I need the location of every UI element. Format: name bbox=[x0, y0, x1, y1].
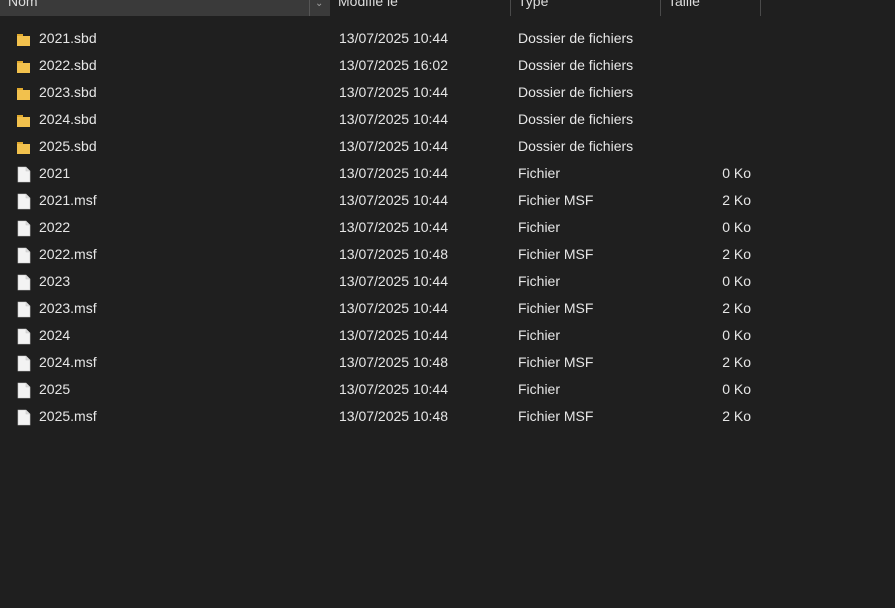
file-icon bbox=[16, 246, 32, 264]
table-row[interactable]: 2021 13/07/2025 10:44 Fichier 0 Ko bbox=[0, 160, 895, 187]
file-name: 2021.msf bbox=[39, 192, 97, 208]
file-date: 13/07/2025 10:44 bbox=[339, 30, 448, 46]
file-size: 0 Ko bbox=[722, 381, 751, 397]
folder-icon bbox=[16, 57, 32, 74]
file-name: 2025.msf bbox=[39, 408, 97, 424]
file-date: 13/07/2025 10:48 bbox=[339, 246, 448, 262]
file-name: 2022.msf bbox=[39, 246, 97, 262]
table-row[interactable]: 2024.sbd 13/07/2025 10:44 Dossier de fichi… bbox=[0, 106, 895, 133]
table-row[interactable]: 2025.sbd 13/07/2025 10:44 Dossier de fichi… bbox=[0, 133, 895, 160]
file-type: Fichier bbox=[518, 219, 561, 235]
file-name: 2022 bbox=[39, 219, 71, 235]
file-name: 2023.sbd bbox=[39, 84, 97, 100]
file-type: Fichier bbox=[518, 165, 561, 181]
file-icon bbox=[16, 354, 32, 372]
file-date: 13/07/2025 10:48 bbox=[339, 408, 448, 424]
column-header-date-label: Modifié le bbox=[338, 0, 398, 9]
file-name: 2024 bbox=[39, 327, 71, 343]
table-row[interactable]: 2021.msf 13/07/2025 10:44 Fichier MSF 2 Ko bbox=[0, 187, 895, 214]
folder-icon bbox=[16, 138, 32, 155]
file-icon bbox=[16, 327, 32, 345]
file-date: 13/07/2025 10:44 bbox=[339, 300, 448, 316]
table-row[interactable]: 2023 13/07/2025 10:44 Fichier 0 Ko bbox=[0, 268, 895, 295]
table-row[interactable]: 2021.sbd 13/07/2025 10:44 Dossier de fichi… bbox=[0, 25, 895, 52]
file-size: 0 Ko bbox=[722, 165, 751, 181]
folder-icon bbox=[16, 84, 32, 101]
file-type: Dossier de fichiers bbox=[518, 30, 634, 46]
file-type: Fichier MSF bbox=[518, 246, 594, 262]
file-name: 2024.msf bbox=[39, 354, 97, 370]
file-icon bbox=[16, 165, 32, 183]
file-type: Fichier bbox=[518, 381, 561, 397]
file-size: 0 Ko bbox=[722, 219, 751, 235]
column-header-type[interactable]: Type bbox=[510, 0, 661, 16]
table-row[interactable]: 2022 13/07/2025 10:44 Fichier 0 Ko bbox=[0, 214, 895, 241]
file-date: 13/07/2025 10:44 bbox=[339, 219, 448, 235]
folder-icon bbox=[16, 30, 32, 47]
file-type: Fichier MSF bbox=[518, 408, 594, 424]
file-name: 2025 bbox=[39, 381, 71, 397]
table-row[interactable]: 2023.sbd 13/07/2025 10:44 Dossier de fichi… bbox=[0, 79, 895, 106]
table-row[interactable]: 2025 13/07/2025 10:44 Fichier 0 Ko bbox=[0, 376, 895, 403]
folder-icon bbox=[16, 111, 32, 128]
file-date: 13/07/2025 10:44 bbox=[339, 273, 448, 289]
chevron-down-icon: ⌄ bbox=[315, 0, 324, 9]
file-name: 2021.sbd bbox=[39, 30, 97, 46]
sort-dropdown[interactable]: ⌄ bbox=[309, 0, 330, 16]
file-size: 2 Ko bbox=[722, 246, 751, 262]
column-header-name[interactable]: Nom ⌄ bbox=[0, 0, 330, 16]
file-list-view: Nom ⌄ Modifié le Type Taille 2021.sbd 13/… bbox=[0, 0, 895, 608]
table-row[interactable]: 2022.msf 13/07/2025 10:48 Fichier MSF 2 Ko bbox=[0, 241, 895, 268]
file-size: 2 Ko bbox=[722, 354, 751, 370]
file-icon bbox=[16, 219, 32, 237]
file-icon bbox=[16, 381, 32, 399]
file-name: 2025.sbd bbox=[39, 138, 97, 154]
file-date: 13/07/2025 10:44 bbox=[339, 327, 448, 343]
file-date: 13/07/2025 10:44 bbox=[339, 381, 448, 397]
table-row[interactable]: 2024 13/07/2025 10:44 Fichier 0 Ko bbox=[0, 322, 895, 349]
table-row[interactable]: 2025.msf 13/07/2025 10:48 Fichier MSF 2 Ko bbox=[0, 403, 895, 430]
file-date: 13/07/2025 10:44 bbox=[339, 138, 448, 154]
file-size: 0 Ko bbox=[722, 327, 751, 343]
column-header-name-label: Nom bbox=[8, 0, 38, 9]
file-size: 2 Ko bbox=[722, 300, 751, 316]
file-date: 13/07/2025 10:44 bbox=[339, 192, 448, 208]
file-name: 2021 bbox=[39, 165, 71, 181]
file-date: 13/07/2025 10:44 bbox=[339, 84, 448, 100]
table-row[interactable]: 2023.msf 13/07/2025 10:44 Fichier MSF 2 Ko bbox=[0, 295, 895, 322]
file-type: Fichier MSF bbox=[518, 300, 594, 316]
file-date: 13/07/2025 16:02 bbox=[339, 57, 448, 73]
file-type: Dossier de fichiers bbox=[518, 111, 634, 127]
file-date: 13/07/2025 10:44 bbox=[339, 165, 448, 181]
table-row[interactable]: 2022.sbd 13/07/2025 16:02 Dossier de fichi… bbox=[0, 52, 895, 79]
file-date: 13/07/2025 10:44 bbox=[339, 111, 448, 127]
file-name: 2023 bbox=[39, 273, 71, 289]
file-type: Fichier bbox=[518, 327, 561, 343]
file-type: Dossier de fichiers bbox=[518, 84, 634, 100]
column-header-size[interactable]: Taille bbox=[660, 0, 761, 16]
file-date: 13/07/2025 10:48 bbox=[339, 354, 448, 370]
file-icon bbox=[16, 273, 32, 291]
file-name: 2022.sbd bbox=[39, 57, 97, 73]
file-name: 2023.msf bbox=[39, 300, 97, 316]
column-header-bar: Nom ⌄ Modifié le Type Taille bbox=[0, 0, 895, 16]
file-size: 2 Ko bbox=[722, 192, 751, 208]
file-type: Dossier de fichiers bbox=[518, 57, 634, 73]
file-icon bbox=[16, 192, 32, 210]
file-type: Fichier MSF bbox=[518, 192, 594, 208]
file-type: Dossier de fichiers bbox=[518, 138, 634, 154]
file-size: 2 Ko bbox=[722, 408, 751, 424]
file-type: Fichier MSF bbox=[518, 354, 594, 370]
file-rows: 2021.sbd 13/07/2025 10:44 Dossier de fichi… bbox=[0, 25, 895, 430]
file-type: Fichier bbox=[518, 273, 561, 289]
column-header-type-label: Type bbox=[518, 0, 549, 9]
file-icon bbox=[16, 408, 32, 426]
file-icon bbox=[16, 300, 32, 318]
file-name: 2024.sbd bbox=[39, 111, 97, 127]
column-header-date[interactable]: Modifié le bbox=[330, 0, 511, 16]
file-size: 0 Ko bbox=[722, 273, 751, 289]
table-row[interactable]: 2024.msf 13/07/2025 10:48 Fichier MSF 2 Ko bbox=[0, 349, 895, 376]
column-header-size-label: Taille bbox=[668, 0, 700, 9]
